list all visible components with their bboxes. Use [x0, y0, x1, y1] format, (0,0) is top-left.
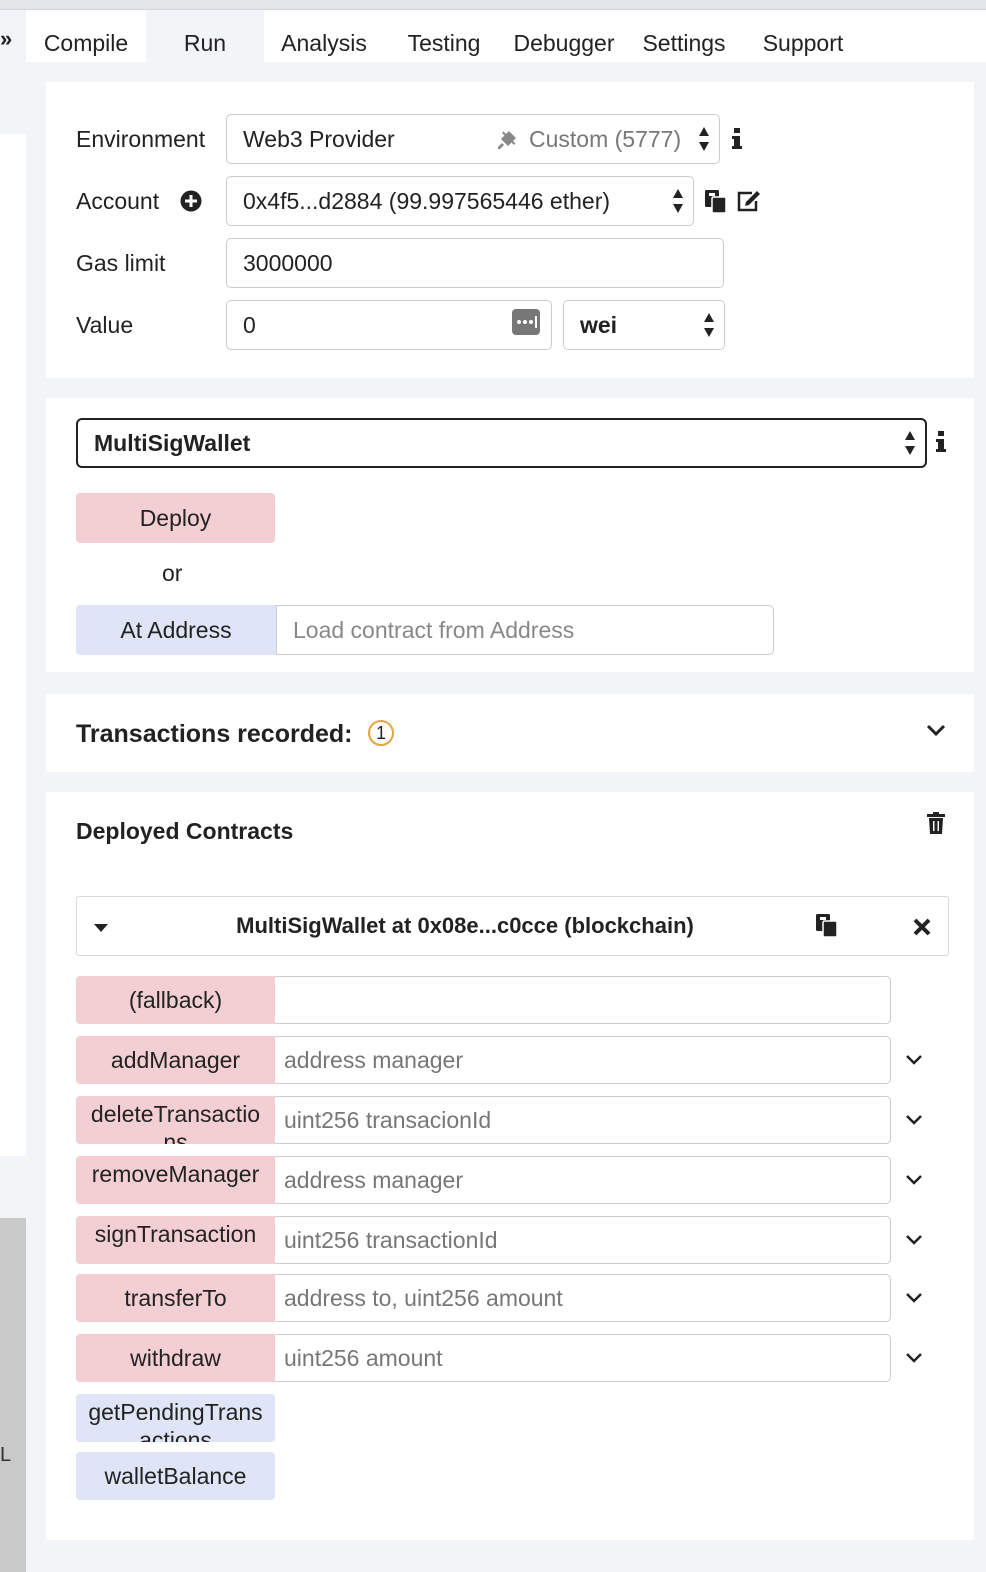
select-arrows-icon	[699, 127, 709, 151]
withdraw-input[interactable]: uint256 amount	[275, 1334, 891, 1382]
contract-card: MultiSigWallet Deploy or At Address Load…	[46, 398, 974, 672]
removemanager-input[interactable]: address manager	[275, 1156, 891, 1204]
trash-icon[interactable]	[927, 812, 945, 834]
contract-instance-header: MultiSigWallet at 0x08e...c0cce (blockch…	[76, 896, 949, 956]
deletetransactions-input[interactable]: uint256 transacionId	[275, 1096, 891, 1144]
chevron-down-icon[interactable]	[904, 1288, 924, 1308]
removemanager-button[interactable]: removeManager	[76, 1156, 275, 1204]
transferto-button[interactable]: transferTo	[76, 1274, 275, 1322]
tab-debugger[interactable]: Debugger	[506, 10, 622, 62]
chevron-down-icon[interactable]	[926, 724, 946, 738]
fallback-button[interactable]: (fallback)	[76, 976, 275, 1024]
or-label: or	[162, 560, 183, 586]
contract-select[interactable]: MultiSigWallet	[76, 418, 927, 468]
gas-limit-input[interactable]: 3000000	[226, 238, 724, 288]
chevron-down-icon[interactable]	[904, 1348, 924, 1368]
function-row-signtransaction: signTransaction uint256 transactionId	[76, 1216, 946, 1264]
transactions-count-badge: 1	[368, 720, 394, 746]
deploy-button[interactable]: Deploy	[76, 493, 275, 543]
account-label: Account	[76, 188, 160, 214]
info-icon[interactable]	[935, 431, 947, 453]
keyboard-icon[interactable]	[511, 308, 541, 336]
deployed-contracts-card: Deployed Contracts MultiSigWallet at 0x0…	[46, 792, 974, 1540]
left-panel-text: L	[0, 1444, 12, 1466]
account-select[interactable]: 0x4f5...d2884 (99.997565446 ether)	[226, 176, 694, 226]
tab-settings[interactable]: Settings	[636, 10, 732, 62]
left-panel-content	[0, 134, 26, 1156]
select-arrows-icon	[704, 313, 714, 337]
top-tab-bar: Compile Run Analysis Testing Debugger Se…	[26, 10, 986, 62]
withdraw-button[interactable]: withdraw	[76, 1334, 275, 1382]
chevron-down-icon[interactable]	[904, 1230, 924, 1250]
window-top-border	[0, 0, 986, 10]
transactions-recorded-label: Transactions recorded:	[76, 720, 353, 748]
close-icon[interactable]	[913, 918, 931, 936]
environment-label: Environment	[76, 126, 206, 152]
unit-select[interactable]: wei	[563, 300, 725, 350]
environment-network: Custom (5777)	[529, 126, 682, 152]
function-row-removemanager: removeManager address manager	[76, 1156, 946, 1204]
transactions-card[interactable]: Transactions recorded: 1	[46, 694, 974, 772]
contract-selected: MultiSigWallet	[94, 430, 251, 456]
addmanager-input[interactable]: address manager	[275, 1036, 891, 1084]
function-row-deletetransactions: deleteTransactions uint256 transacionId	[76, 1096, 946, 1144]
value-label: Value	[76, 312, 134, 338]
add-account-icon[interactable]	[180, 190, 202, 212]
environment-select[interactable]: Web3 Provider Custom (5777)	[226, 114, 720, 164]
copy-icon[interactable]	[813, 912, 839, 938]
value-amount: 0	[243, 312, 256, 338]
value-input[interactable]: 0	[226, 300, 552, 350]
account-value: 0x4f5...d2884 (99.997565446 ether)	[243, 188, 611, 214]
getpendingtransactions-button[interactable]: getPendingTransactions	[76, 1394, 275, 1442]
copy-icon[interactable]	[702, 188, 728, 214]
walletbalance-button[interactable]: walletBalance	[76, 1452, 275, 1500]
environment-card: Environment Web3 Provider Custom (5777) …	[46, 82, 974, 378]
deployed-contracts-title: Deployed Contracts	[76, 818, 294, 844]
function-row-addmanager: addManager address manager	[76, 1036, 946, 1084]
unit-value: wei	[580, 312, 618, 338]
tab-compile[interactable]: Compile	[36, 10, 136, 62]
chevron-down-icon[interactable]	[904, 1110, 924, 1130]
tab-testing[interactable]: Testing	[398, 10, 490, 62]
select-arrows-icon	[673, 189, 683, 213]
function-row-transferto: transferTo address to, uint256 amount	[76, 1274, 946, 1322]
signtransaction-input[interactable]: uint256 transactionId	[275, 1216, 891, 1264]
tab-run[interactable]: Run	[146, 10, 264, 62]
at-address-button[interactable]: At Address	[76, 605, 276, 655]
at-address-input[interactable]: Load contract from Address	[276, 605, 774, 655]
function-row-withdraw: withdraw uint256 amount	[76, 1334, 946, 1382]
function-row-fallback: (fallback)	[76, 976, 946, 1024]
tab-support[interactable]: Support	[756, 10, 850, 62]
edit-icon[interactable]	[736, 188, 762, 214]
tab-analysis[interactable]: Analysis	[274, 10, 374, 62]
at-address-placeholder: Load contract from Address	[293, 617, 575, 643]
chevron-down-icon[interactable]	[904, 1170, 924, 1190]
left-panel-gray-area	[0, 1218, 26, 1572]
gas-limit-label: Gas limit	[76, 250, 166, 276]
select-arrows-icon	[905, 431, 915, 455]
fallback-input[interactable]	[275, 976, 891, 1024]
gas-limit-value: 3000000	[243, 250, 333, 276]
info-icon[interactable]	[731, 128, 743, 150]
addmanager-button[interactable]: addManager	[76, 1036, 275, 1084]
deletetransactions-button[interactable]: deleteTransactions	[76, 1096, 275, 1144]
contract-instance-title: MultiSigWallet at 0x08e...c0cce (blockch…	[236, 913, 694, 938]
chevron-down-icon[interactable]	[904, 1050, 924, 1070]
left-panel-strip: » L	[0, 10, 26, 1572]
transferto-input[interactable]: address to, uint256 amount	[275, 1274, 891, 1322]
environment-value: Web3 Provider	[243, 126, 395, 152]
double-chevron-right-icon[interactable]: »	[0, 28, 12, 50]
signtransaction-button[interactable]: signTransaction	[76, 1216, 275, 1264]
plug-icon	[498, 131, 516, 149]
